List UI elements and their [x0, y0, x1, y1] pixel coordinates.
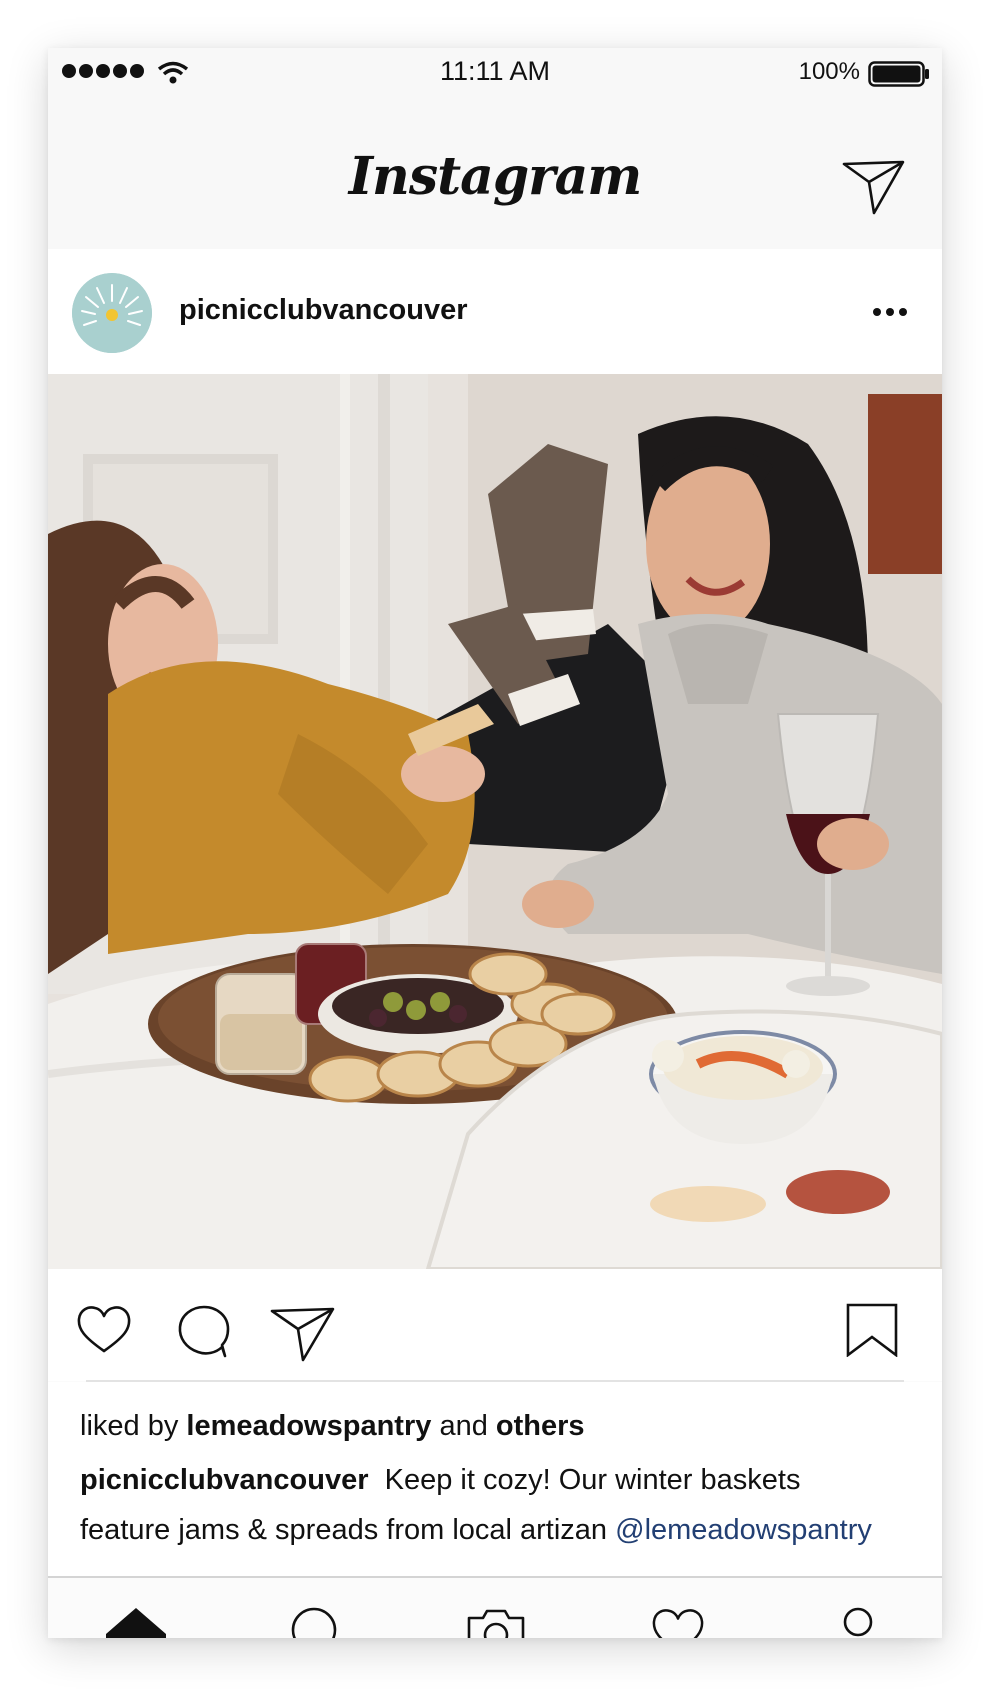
- post-caption-area: liked by lemeadowspantry and others picn…: [48, 1382, 942, 1576]
- caption-line-1: picnicclubvancouver Keep it cozy! Our wi…: [80, 1464, 800, 1497]
- more-options-icon[interactable]: [872, 307, 908, 317]
- caption-text-2: feature jams & spreads from local artiza…: [80, 1514, 608, 1546]
- likes-joiner: and: [439, 1410, 488, 1442]
- battery-percentage: 100%: [798, 58, 860, 85]
- caption-mention[interactable]: @lemeadowspantry: [615, 1514, 872, 1546]
- post-header: picnicclubvancouver: [48, 249, 942, 374]
- post-actions: [48, 1269, 942, 1381]
- likes-prefix: liked by: [80, 1410, 179, 1442]
- caption-username[interactable]: picnicclubvancouver: [80, 1464, 369, 1496]
- bookmark-icon[interactable]: [846, 1303, 898, 1357]
- battery-icon: [868, 61, 929, 87]
- search-icon[interactable]: [290, 1606, 342, 1638]
- likes-others[interactable]: others: [496, 1410, 585, 1442]
- camera-icon[interactable]: [466, 1608, 526, 1638]
- direct-message-icon[interactable]: [842, 160, 906, 216]
- app-header: Instagram: [48, 96, 942, 250]
- likes-user[interactable]: lemeadowspantry: [186, 1410, 431, 1442]
- post-username[interactable]: picnicclubvancouver: [179, 294, 468, 327]
- bottom-tab-bar: [48, 1576, 942, 1638]
- comment-icon[interactable]: [176, 1305, 232, 1359]
- profile-icon[interactable]: [830, 1606, 886, 1638]
- share-icon[interactable]: [270, 1307, 336, 1363]
- activity-heart-icon[interactable]: [651, 1608, 705, 1638]
- caption-text-1: Keep it cozy! Our winter baskets: [384, 1464, 801, 1496]
- heart-icon[interactable]: [76, 1305, 132, 1355]
- likes-summary[interactable]: liked by lemeadowspantry and others: [80, 1410, 585, 1443]
- status-bar: 11:11 AM 100%: [48, 48, 942, 96]
- instagram-logo[interactable]: Instagram: [48, 146, 942, 207]
- home-icon[interactable]: [104, 1606, 168, 1638]
- phone-frame: 11:11 AM 100% Instagram picnicclubvancou…: [48, 48, 942, 1638]
- post-photo[interactable]: [48, 374, 942, 1269]
- caption-line-2: feature jams & spreads from local artiza…: [80, 1514, 872, 1547]
- avatar[interactable]: [72, 273, 152, 353]
